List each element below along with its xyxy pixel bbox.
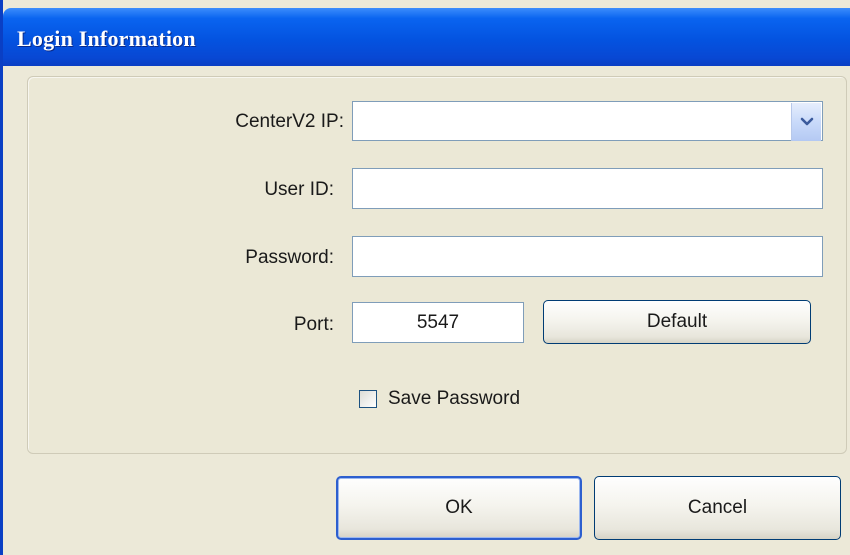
- title-bar[interactable]: Login Information: [3, 8, 850, 66]
- port-field[interactable]: 5547: [352, 302, 524, 343]
- port-value: 5547: [416, 311, 460, 333]
- user-id-label: User ID:: [264, 179, 334, 200]
- password-field[interactable]: [352, 236, 823, 277]
- save-password-label[interactable]: Save Password: [388, 388, 520, 410]
- chevron-down-icon: [800, 117, 813, 126]
- ok-button[interactable]: OK: [336, 476, 582, 540]
- dialog-body: CenterV2 IP: User ID: Password: Port: 55…: [3, 66, 850, 555]
- window-title: Login Information: [17, 26, 196, 51]
- combo-dropdown-button[interactable]: [791, 103, 821, 141]
- center-ip-label: CenterV2 IP:: [235, 111, 344, 132]
- login-dialog: Login Information CenterV2 IP: User ID: …: [0, 0, 850, 555]
- center-ip-combobox[interactable]: [352, 101, 823, 141]
- user-id-field[interactable]: [352, 168, 823, 209]
- password-label: Password:: [245, 247, 334, 268]
- cancel-button[interactable]: Cancel: [594, 476, 841, 540]
- port-label: Port:: [293, 314, 334, 335]
- save-password-checkbox[interactable]: [359, 390, 377, 408]
- default-button[interactable]: Default: [543, 300, 811, 344]
